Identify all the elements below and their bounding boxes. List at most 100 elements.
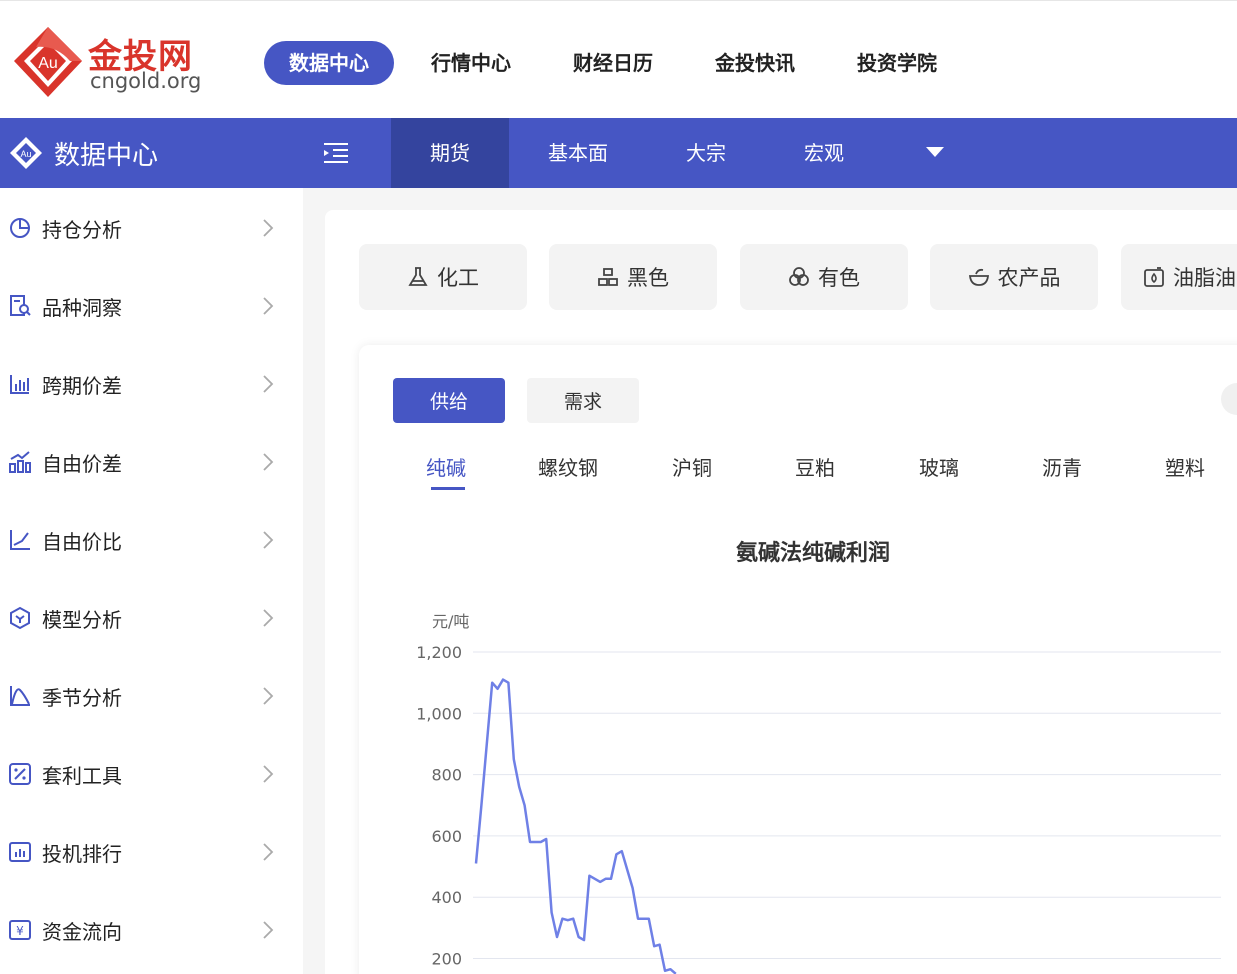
sidebar-item-position-analysis[interactable]: 持仓分析 <box>0 198 303 258</box>
data-center-logo-badge: Au <box>20 149 31 159</box>
top-nav-flash-news[interactable]: 金投快讯 <box>715 41 795 85</box>
yuan-box-icon: ¥ <box>9 920 31 940</box>
product-tab-soda-ash[interactable]: 纯碱 <box>426 452 466 481</box>
category-nonferrous-button[interactable]: 有色 <box>740 244 908 310</box>
sidebar-item-label: 自由价差 <box>42 451 122 476</box>
chevron-right-icon <box>263 219 274 237</box>
hexagon-model-icon <box>10 606 30 630</box>
chevron-right-icon <box>263 453 274 471</box>
y-tick-label: 200 <box>431 950 462 969</box>
data-center-brand[interactable]: Au 数据中心 <box>8 118 158 188</box>
y-tick-label: 1,200 <box>416 643 462 662</box>
bowl-icon <box>968 268 989 286</box>
product-tab-asphalt[interactable]: 沥青 <box>1042 452 1082 481</box>
category-agricultural-button[interactable]: 农产品 <box>930 244 1098 310</box>
top-nav-finance-calendar[interactable]: 财经日历 <box>573 41 653 85</box>
more-dropdown-icon[interactable] <box>925 146 945 158</box>
logo-domain: cngold.org <box>90 69 202 93</box>
sidebar-item-label: 持仓分析 <box>42 217 122 242</box>
sidebar-item-label: 季节分析 <box>42 685 122 710</box>
svg-text:¥: ¥ <box>16 924 24 938</box>
metal-rings-icon <box>789 267 809 286</box>
top-nav-data-center[interactable]: 数据中心 <box>264 41 394 85</box>
product-tab-copper[interactable]: 沪铜 <box>672 452 712 481</box>
data-center-logo-icon: Au <box>10 137 42 169</box>
product-tab-soybean-meal[interactable]: 豆粕 <box>795 452 835 481</box>
section-nav-bar: Au 数据中心 期货 基本面 大宗 宏观 <box>0 118 1237 188</box>
product-tab-glass[interactable]: 玻璃 <box>919 452 959 481</box>
tab-fundamentals[interactable]: 基本面 <box>509 118 647 188</box>
top-nav-academy[interactable]: 投资学院 <box>857 41 937 85</box>
category-label: 黑色 <box>627 266 669 290</box>
line-axis-icon <box>10 530 30 550</box>
tab-futures[interactable]: 期货 <box>391 118 509 188</box>
percent-box-icon <box>9 763 31 785</box>
flask-icon <box>408 267 428 286</box>
sidebar-item-label: 自由价比 <box>42 529 122 554</box>
profit-line-chart: 元/吨 1,200 1,000 800 600 400 200 <box>416 612 1221 974</box>
top-header: Au 金投网 cngold.org 数据中心 行情中心 财经日历 金投快讯 投资… <box>0 0 1237 118</box>
sidebar-item-variety-insight[interactable]: 品种洞察 <box>0 276 303 336</box>
y-tick-label: 800 <box>431 766 462 785</box>
data-center-title: 数据中心 <box>54 140 159 171</box>
sidebar: 持仓分析 品种洞察 跨期价差 自由价差 自由价比 模型分析 季节分析 套利工具 <box>0 188 303 974</box>
sidebar-item-model-analysis[interactable]: 模型分析 <box>0 588 303 648</box>
chevron-right-icon <box>263 921 274 939</box>
logo-badge: Au <box>38 55 58 72</box>
category-label: 油脂油 <box>1173 266 1236 290</box>
sidebar-item-free-spread[interactable]: 自由价差 <box>0 432 303 492</box>
collapse-menu-icon[interactable] <box>322 140 350 166</box>
logo-diamond-icon: Au <box>14 27 82 97</box>
active-tab-underline <box>431 487 465 490</box>
futures-subnav: 期货 基本面 大宗 宏观 <box>391 118 883 188</box>
chart-title: 氨碱法纯碱利润 <box>736 541 891 566</box>
tab-macro[interactable]: 宏观 <box>765 118 883 188</box>
blocks-icon <box>598 268 618 286</box>
sidebar-item-speculation-ranking[interactable]: 投机排行 <box>0 822 303 882</box>
sidebar-item-free-ratio[interactable]: 自由价比 <box>0 510 303 570</box>
document-search-icon <box>10 295 31 316</box>
product-tab-plastic[interactable]: 塑料 <box>1165 452 1205 481</box>
chevron-right-icon <box>263 765 274 783</box>
y-tick-label: 1,000 <box>416 704 462 723</box>
sidebar-item-seasonal-analysis[interactable]: 季节分析 <box>0 666 303 726</box>
sidebar-item-label: 品种洞察 <box>42 295 122 320</box>
segment-supply-button[interactable]: 供给 <box>393 378 505 423</box>
category-ferrous-button[interactable]: 黑色 <box>549 244 717 310</box>
top-nav-market-center[interactable]: 行情中心 <box>431 41 511 85</box>
tab-commodities[interactable]: 大宗 <box>647 118 765 188</box>
product-tab-rebar[interactable]: 螺纹钢 <box>538 452 598 481</box>
sidebar-item-fund-flow[interactable]: ¥ 资金流向 <box>0 900 303 960</box>
sidebar-item-arbitrage-tools[interactable]: 套利工具 <box>0 744 303 804</box>
bar-chart-icon <box>10 375 29 394</box>
top-nav: 数据中心 行情中心 财经日历 金投快讯 投资学院 <box>264 41 999 85</box>
oil-box-icon <box>1144 267 1164 287</box>
pie-chart-icon <box>10 218 30 238</box>
category-label: 农产品 <box>997 266 1061 290</box>
chevron-right-icon <box>263 297 274 315</box>
y-axis-label: 元/吨 <box>432 612 469 631</box>
seasonal-curve-icon <box>10 686 30 706</box>
category-oils-button[interactable]: 油脂油 <box>1121 244 1237 310</box>
site-logo[interactable]: Au 金投网 cngold.org <box>12 25 212 101</box>
ranking-box-icon <box>9 842 31 862</box>
chevron-right-icon <box>263 843 274 861</box>
chevron-right-icon <box>263 687 274 705</box>
chevron-right-icon <box>263 609 274 627</box>
chevron-right-icon <box>263 531 274 549</box>
y-tick-label: 600 <box>431 827 462 846</box>
category-label: 化工 <box>437 266 479 290</box>
sidebar-item-label: 资金流向 <box>42 919 122 944</box>
category-label: 有色 <box>818 266 860 290</box>
sidebar-item-label: 跨期价差 <box>42 373 122 398</box>
series-line <box>474 678 677 974</box>
sidebar-item-label: 套利工具 <box>42 763 122 788</box>
chevron-right-icon <box>263 375 274 393</box>
segment-demand-button[interactable]: 需求 <box>527 378 639 423</box>
category-chemical-button[interactable]: 化工 <box>359 244 527 310</box>
y-tick-label: 400 <box>431 888 462 907</box>
sidebar-item-label: 模型分析 <box>42 607 122 632</box>
trend-bars-icon <box>9 451 31 473</box>
sidebar-item-label: 投机排行 <box>42 841 122 866</box>
sidebar-item-intertemporal-spread[interactable]: 跨期价差 <box>0 354 303 414</box>
